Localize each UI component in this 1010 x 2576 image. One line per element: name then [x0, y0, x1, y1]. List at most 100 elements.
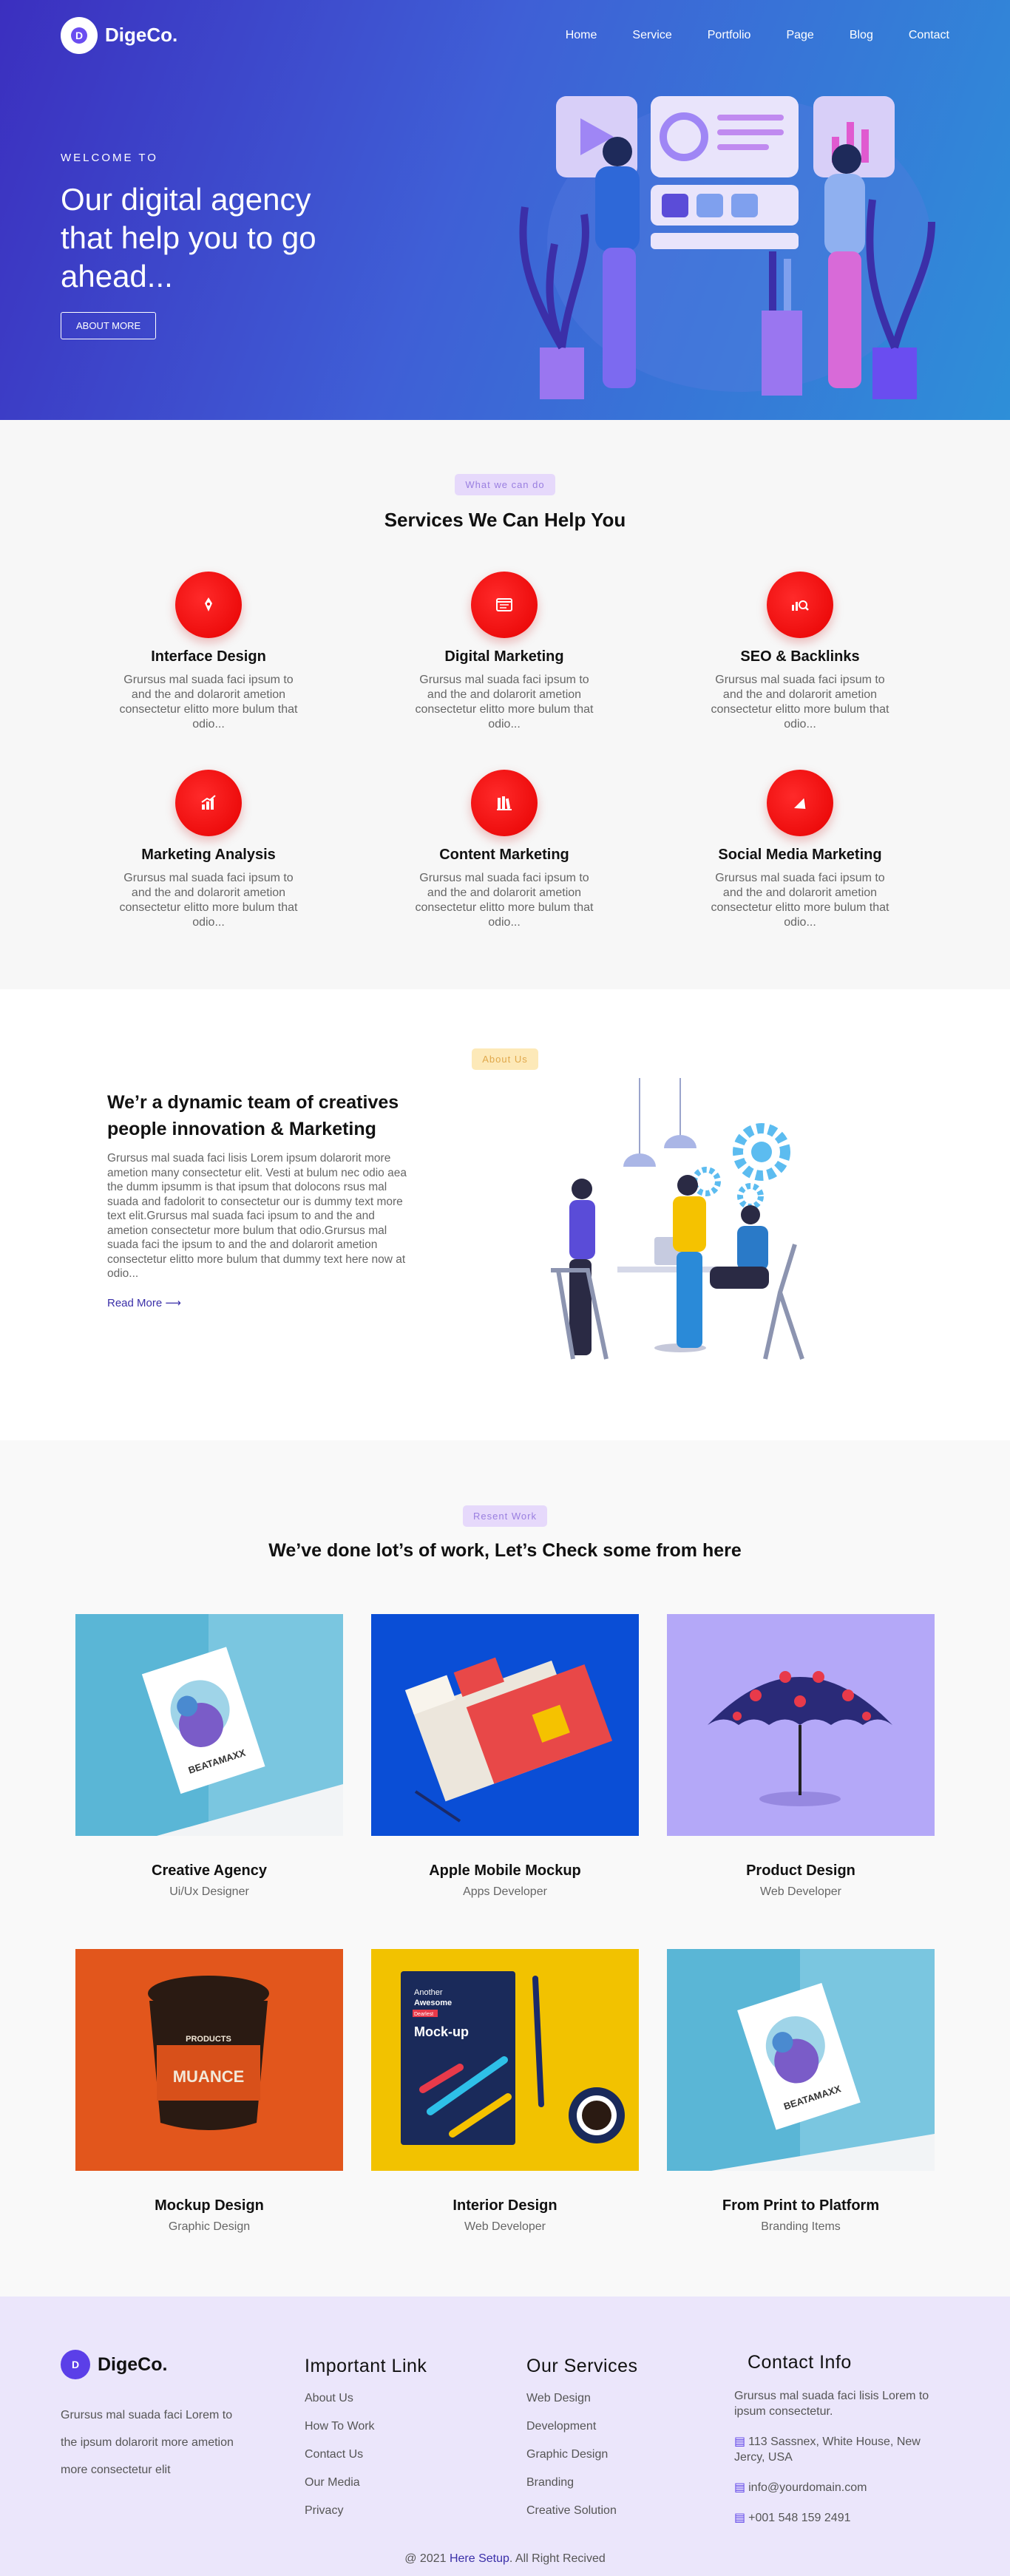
services-grid: Interface Design Grursus mal suada faci … — [61, 572, 949, 938]
footer-link-media[interactable]: Our Media — [305, 2476, 427, 2489]
portfolio-subtitle: Branding Items — [761, 2220, 841, 2233]
phone-icon: ▤ — [734, 2512, 746, 2524]
brand-logo[interactable]: D DigeCo. — [61, 16, 178, 54]
nav-home[interactable]: Home — [566, 29, 597, 42]
portfolio-image: BEATAMAXX — [667, 1949, 935, 2171]
bucket-brand: MUANCE — [173, 2067, 245, 2086]
services-title: Services We Can Help You — [384, 509, 626, 531]
nav-contact[interactable]: Contact — [909, 29, 949, 42]
service-text: Grursus mal suada faci ipsum to and the … — [415, 674, 594, 731]
nav-page[interactable]: Page — [786, 29, 813, 42]
phone-text: +001 548 159 2491 — [748, 2512, 851, 2524]
footer-address: ▤ 113 Sassnex, White House, New Jercy, US… — [734, 2434, 949, 2465]
chart-icon — [175, 770, 242, 836]
portfolio-subtitle: Web Developer — [760, 1885, 841, 1898]
portfolio-item[interactable]: PRODUCTS MUANCE Mockup Design Graphic De… — [75, 1949, 343, 2234]
service-text: Grursus mal suada faci ipsum to and the … — [415, 872, 594, 929]
footer-service-graphic[interactable]: Graphic Design — [526, 2448, 637, 2461]
portfolio-image: BEATAMAXX — [75, 1614, 343, 1836]
notebook-tag: Dearlest — [414, 2012, 433, 2017]
service-card[interactable]: Digital Marketing Grursus mal suada faci… — [356, 572, 652, 740]
portfolio-title: Apple Mobile Mockup — [429, 1862, 581, 1879]
footer-service-dev[interactable]: Development — [526, 2420, 637, 2433]
brand-name: DigeCo. — [105, 24, 178, 46]
main-menu: Home Service Portfolio Page Blog Contact — [530, 29, 949, 42]
work-title: We’ve done lot’s of work, Let’s Check so… — [268, 1540, 742, 1561]
portfolio-title: Interior Design — [453, 2197, 557, 2214]
seo-icon — [767, 572, 833, 638]
service-card[interactable]: Social Media Marketing Grursus mal suada… — [652, 770, 948, 938]
team-illustration — [551, 1078, 804, 1360]
about-more-button[interactable]: ABOUT MORE — [61, 312, 157, 339]
logo-icon: D — [61, 16, 98, 54]
work-grid: BEATAMAXX Creative Agency Ui/Ux Designer — [75, 1614, 935, 2234]
service-text: Grursus mal suada faci ipsum to and the … — [119, 674, 298, 731]
top-nav: D DigeCo. Home Service Portfolio Page Bl… — [0, 0, 1010, 70]
footer-phone[interactable]: ▤ +001 548 159 2491 — [734, 2510, 949, 2526]
portfolio-item[interactable]: BEATAMAXX From Print to Platform Brandin… — [667, 1949, 935, 2234]
nav-service[interactable]: Service — [632, 29, 671, 42]
service-card[interactable]: Content Marketing Grursus mal suada faci… — [356, 770, 652, 938]
footer-contact: Contact Info Grursus mal suada faci lisi… — [734, 2352, 949, 2541]
copyright-suffix: . All Right Recived — [509, 2552, 606, 2565]
service-text: Grursus mal suada faci ipsum to and the … — [711, 674, 889, 731]
service-title: Social Media Marketing — [718, 847, 882, 863]
footer-about-text: Grursus mal suada faci Lorem to the ipsu… — [61, 2409, 234, 2476]
hero-title: Our digital agency that help you to go a… — [61, 182, 316, 294]
portfolio-title: Mockup Design — [155, 2197, 264, 2214]
portfolio-subtitle: Graphic Design — [168, 2220, 251, 2233]
megaphone-icon — [767, 770, 833, 836]
about-tag: About Us — [472, 1048, 538, 1070]
footer-link-privacy[interactable]: Privacy — [305, 2504, 427, 2518]
portfolio-image — [371, 1614, 639, 1836]
portfolio-image: PRODUCTS MUANCE — [75, 1949, 343, 2171]
notebook-line2: Awesome — [414, 1999, 452, 2007]
footer-link-about[interactable]: About Us — [305, 2392, 427, 2405]
service-title: Marketing Analysis — [141, 847, 276, 863]
footer-email[interactable]: ▤ info@yourdomain.com — [734, 2480, 949, 2495]
footer-links-title: Important Link — [305, 2356, 427, 2376]
logo-icon: D — [61, 2350, 90, 2379]
service-title: Digital Marketing — [444, 648, 564, 665]
portfolio-item[interactable]: Apple Mobile Mockup Apps Developer — [371, 1614, 639, 1899]
work-section: Resent Work We’ve done lot’s of work, Le… — [0, 1440, 1010, 2297]
footer-link-how[interactable]: How To Work — [305, 2420, 427, 2433]
service-card[interactable]: Marketing Analysis Grursus mal suada fac… — [61, 770, 356, 938]
service-title: Content Marketing — [439, 847, 569, 863]
footer-services-title: Our Services — [526, 2356, 638, 2376]
portfolio-item[interactable]: Product Design Web Developer — [667, 1614, 935, 1899]
footer-service-branding[interactable]: Branding — [526, 2476, 637, 2489]
footer-service-web[interactable]: Web Design — [526, 2392, 637, 2405]
portfolio-title: Creative Agency — [152, 1862, 267, 1879]
nav-portfolio[interactable]: Portfolio — [708, 29, 751, 42]
service-card[interactable]: SEO & Backlinks Grursus mal suada faci i… — [652, 572, 948, 740]
service-card[interactable]: Interface Design Grursus mal suada faci … — [61, 572, 356, 740]
footer-contact-title: Contact Info — [748, 2352, 852, 2373]
portfolio-title: From Print to Platform — [722, 2197, 880, 2214]
nav-blog[interactable]: Blog — [850, 29, 873, 42]
portfolio-item[interactable]: Another Awesome Dearlest Mock-up Interio… — [371, 1949, 639, 2234]
location-icon: ▤ — [734, 2436, 746, 2448]
hero-section: D DigeCo. Home Service Portfolio Page Bl… — [0, 0, 1010, 420]
footer-service-creative[interactable]: Creative Solution — [526, 2504, 637, 2518]
about-title: We’r a dynamic team of creatives people … — [107, 1092, 399, 1139]
copyright-link[interactable]: Here Setup — [450, 2552, 509, 2565]
about-text: We’r a dynamic team of creatives people … — [107, 1089, 410, 1310]
footer-link-contact[interactable]: Contact Us — [305, 2448, 427, 2461]
about-body: Grursus mal suada faci lisis Lorem ipsum… — [107, 1152, 407, 1280]
hero-illustration — [519, 96, 935, 399]
copyright-prefix: @ 2021 — [404, 2552, 447, 2565]
portfolio-item[interactable]: BEATAMAXX Creative Agency Ui/Ux Designer — [75, 1614, 343, 1899]
site-footer: D DigeCo. Grursus mal suada faci Lorem t… — [0, 2297, 1010, 2576]
hero-eyebrow: WELCOME TO — [61, 152, 158, 164]
read-more-link[interactable]: Read More ⟶ — [107, 1297, 181, 1309]
service-text: Grursus mal suada faci ipsum to and the … — [119, 872, 298, 929]
svg-text:D: D — [75, 30, 83, 41]
portfolio-subtitle: Apps Developer — [463, 1885, 547, 1898]
footer-services: Our Services Web Design Development Grap… — [526, 2356, 637, 2532]
footer-brand-name: DigeCo. — [98, 2353, 168, 2375]
footer-logo[interactable]: D DigeCo. — [61, 2350, 238, 2379]
footer-links: Important Link About Us How To Work Cont… — [305, 2356, 427, 2532]
portfolio-image — [667, 1614, 935, 1836]
copyright: @ 2021 Here Setup. All Right Recived — [0, 2552, 1010, 2566]
